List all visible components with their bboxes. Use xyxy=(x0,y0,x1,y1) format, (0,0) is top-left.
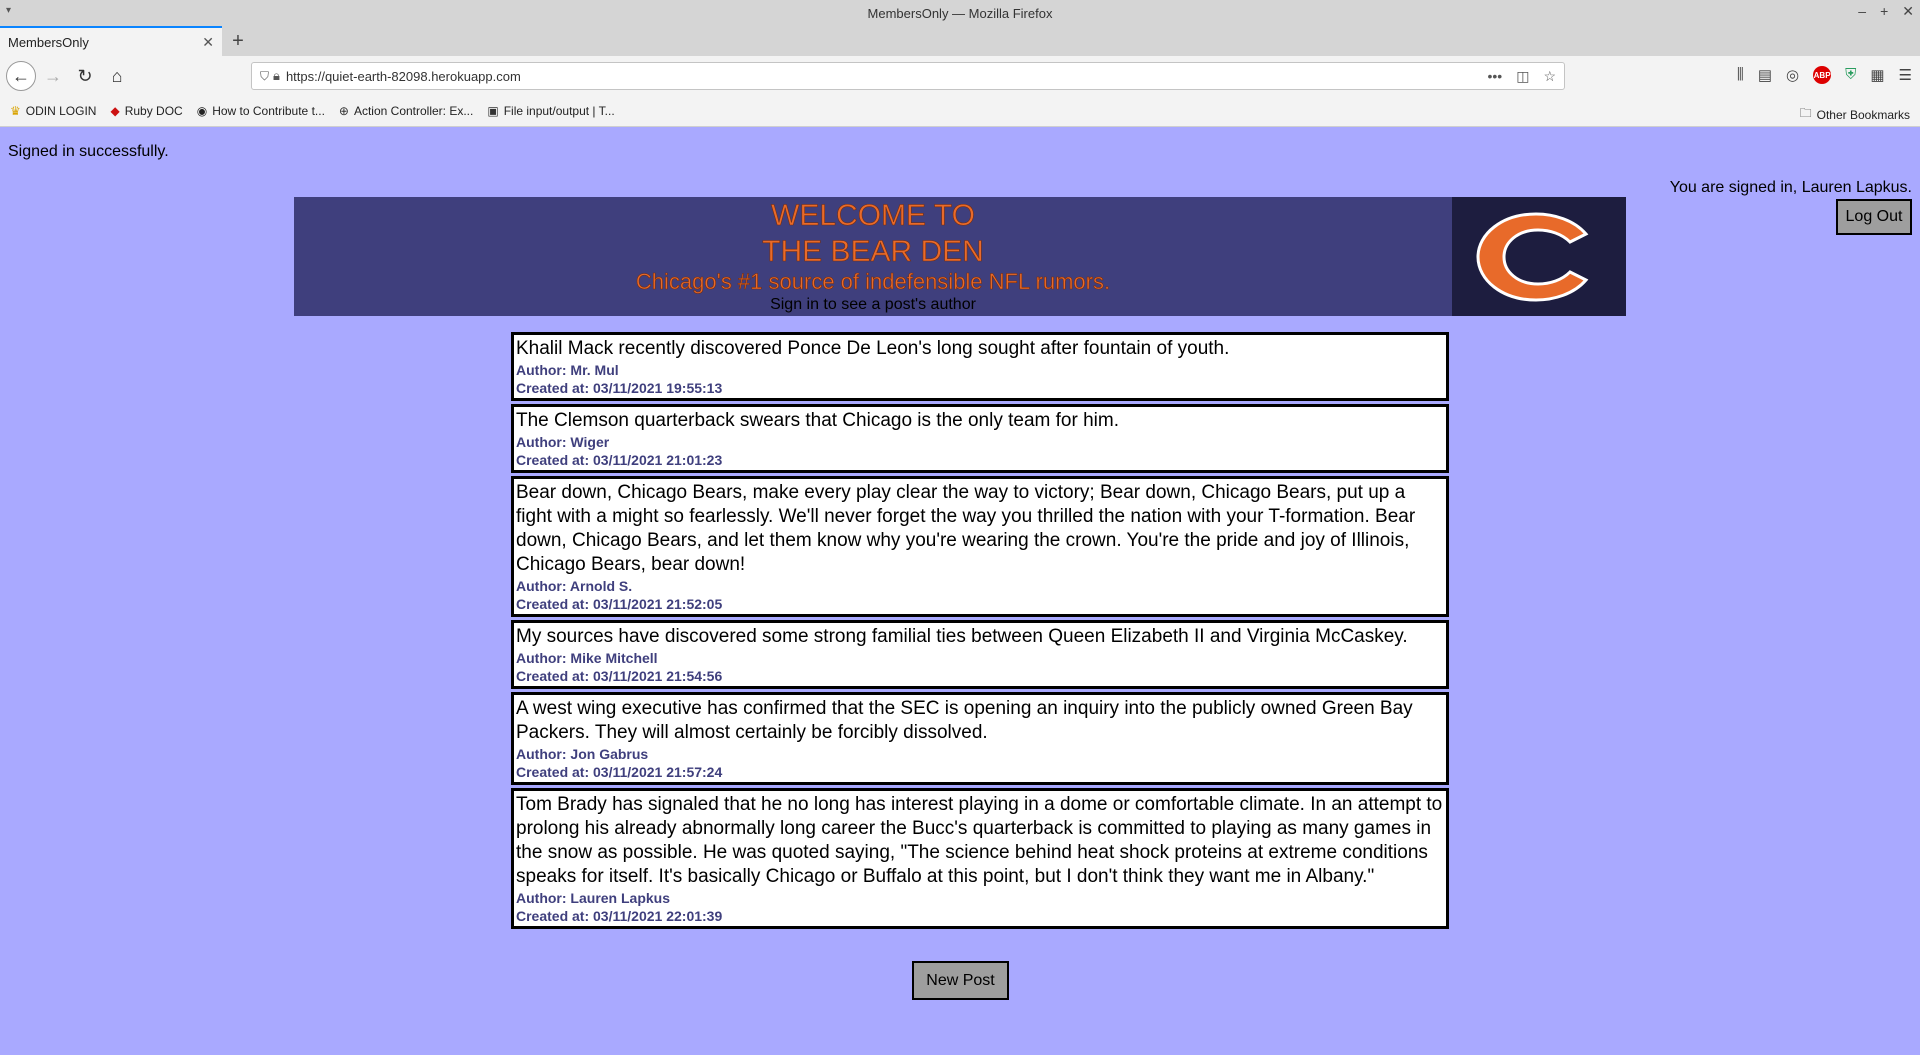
post-created: Created at: 03/11/2021 21:52:05 xyxy=(516,596,723,612)
log-out-button[interactable]: Log Out xyxy=(1836,199,1912,235)
bookmark-action-controller[interactable]: ⊕ Action Controller: Ex... xyxy=(339,104,473,118)
window-titlebar: ▾ MembersOnly — Mozilla Firefox – + ✕ xyxy=(0,0,1920,26)
reload-button[interactable]: ↻ xyxy=(70,61,100,91)
post-author: Author: Jon Gabrus xyxy=(516,746,649,762)
bookmark-label: How to Contribute t... xyxy=(212,104,325,118)
bookmark-star-icon[interactable]: ☆ xyxy=(1543,68,1556,85)
ruby-icon: ◆ xyxy=(110,104,120,118)
post-text: Bear down, Chicago Bears, make every pla… xyxy=(516,482,1416,575)
github-icon: ◉ xyxy=(196,104,208,118)
post-created: Created at: 03/11/2021 21:01:23 xyxy=(516,452,723,468)
back-button[interactable]: ← xyxy=(6,61,36,91)
banner-tagline: Chicago's #1 source of indefensible NFL … xyxy=(635,269,1111,295)
post-author: Author: Mr. Mul xyxy=(516,362,619,378)
bookmark-file-io[interactable]: ▣ File input/output | T... xyxy=(487,104,614,118)
toolbar-right: ⫼ ▤ ◎ ABP ⛨ ▦ ☰ xyxy=(1737,66,1912,84)
posts-list: Khalil Mack recently discovered Ponce De… xyxy=(511,332,1449,932)
url-text[interactable]: https://quiet-earth-82098.herokuapp.com xyxy=(286,69,1488,84)
banner-title-line1: WELCOME TO xyxy=(771,199,976,233)
post-author: Author: Mike Mitchell xyxy=(516,650,658,666)
other-bookmarks[interactable]: 🗀 Other Bookmarks xyxy=(1800,104,1910,125)
signed-in-status: You are signed in, Lauren Lapkus. xyxy=(1669,179,1912,196)
post-author: Author: Lauren Lapkus xyxy=(516,890,671,906)
post-text: Khalil Mack recently discovered Ponce De… xyxy=(516,338,1230,359)
other-bookmarks-label: Other Bookmarks xyxy=(1816,107,1910,122)
cone-icon: ♛ xyxy=(10,104,21,118)
bookmark-how-to-contribute[interactable]: ◉ How to Contribute t... xyxy=(197,104,325,118)
lock-icon[interactable]: 🔒︎ xyxy=(273,68,280,84)
post-created: Created at: 03/11/2021 22:01:39 xyxy=(516,908,723,924)
window-title: MembersOnly — Mozilla Firefox xyxy=(867,5,1053,21)
forward-button[interactable]: → xyxy=(38,61,68,91)
home-button[interactable]: ⌂ xyxy=(102,61,132,91)
tab-close-icon[interactable]: ✕ xyxy=(202,34,214,51)
navigation-toolbar: ← → ↻ ⌂ ⛉ 🔒︎ https://quiet-earth-82098.h… xyxy=(0,56,1920,96)
close-window-button[interactable]: ✕ xyxy=(1902,3,1914,20)
folder-icon: 🗀 xyxy=(1799,106,1812,120)
post-item: Khalil Mack recently discovered Ponce De… xyxy=(511,332,1449,401)
post-created: Created at: 03/11/2021 21:57:24 xyxy=(516,764,723,780)
globe-icon: ⊕ xyxy=(338,104,349,118)
sidebar-icon[interactable]: ▤ xyxy=(1758,66,1772,84)
flash-notice: Signed in successfully. xyxy=(8,143,169,160)
odin-icon: ▣ xyxy=(487,104,499,118)
window-controls: – + ✕ xyxy=(1858,3,1914,20)
post-text: My sources have discovered some strong f… xyxy=(516,626,1408,647)
extensions-icon[interactable]: ▦ xyxy=(1870,66,1884,84)
url-actions: ••• ◫ ☆ xyxy=(1487,68,1556,85)
post-item: My sources have discovered some strong f… xyxy=(511,620,1449,689)
minimize-button[interactable]: – xyxy=(1858,3,1866,20)
new-post-button[interactable]: New Post xyxy=(912,961,1009,1000)
bookmark-odin-login[interactable]: ♛ ODIN LOGIN xyxy=(10,104,96,118)
tab-title: MembersOnly xyxy=(8,34,89,50)
new-tab-button[interactable]: + xyxy=(222,26,254,56)
url-bar[interactable]: ⛉ 🔒︎ https://quiet-earth-82098.herokuapp… xyxy=(251,62,1565,90)
tab-strip: MembersOnly ✕ + xyxy=(0,26,1920,56)
site-banner: WELCOME TO THE BEAR DEN Chicago's #1 sou… xyxy=(294,197,1626,316)
account-icon[interactable]: ◎ xyxy=(1786,66,1799,84)
extension-shield-icon[interactable]: ⛨ xyxy=(1845,66,1856,84)
post-created: Created at: 03/11/2021 19:55:13 xyxy=(516,380,723,396)
bookmark-ruby-doc[interactable]: ◆ Ruby DOC xyxy=(110,104,182,118)
bookmark-label: ODIN LOGIN xyxy=(25,104,97,118)
post-item: Bear down, Chicago Bears, make every pla… xyxy=(511,476,1449,617)
banner-title-line2: THE BEAR DEN xyxy=(762,235,984,269)
tab-membersonly[interactable]: MembersOnly ✕ xyxy=(0,26,222,56)
bookmarks-toolbar: ♛ ODIN LOGIN ◆ Ruby DOC ◉ How to Contrib… xyxy=(0,96,1920,127)
bookmark-label: File input/output | T... xyxy=(503,104,615,118)
pocket-icon[interactable]: ◫ xyxy=(1516,68,1529,85)
post-item: A west wing executive has confirmed that… xyxy=(511,692,1449,785)
post-item: Tom Brady has signaled that he no long h… xyxy=(511,788,1449,929)
post-created: Created at: 03/11/2021 21:54:56 xyxy=(516,668,723,684)
post-text: Tom Brady has signaled that he no long h… xyxy=(516,794,1443,887)
maximize-button[interactable]: + xyxy=(1880,3,1888,20)
post-text: A west wing executive has confirmed that… xyxy=(516,698,1413,743)
bears-c-logo-icon xyxy=(1476,211,1589,302)
window-menu-icon[interactable]: ▾ xyxy=(6,5,11,16)
bookmark-label: Ruby DOC xyxy=(124,104,183,118)
page-content: Signed in successfully. You are signed i… xyxy=(0,127,1920,1055)
post-text: The Clemson quarterback swears that Chic… xyxy=(516,410,1119,431)
post-author: Author: Arnold S. xyxy=(516,578,633,594)
bears-logo xyxy=(1452,197,1626,316)
post-item: The Clemson quarterback swears that Chic… xyxy=(511,404,1449,473)
tracking-shield-icon[interactable]: ⛉ xyxy=(260,69,269,84)
page-actions-icon[interactable]: ••• xyxy=(1487,68,1502,85)
library-icon[interactable]: ⫼ xyxy=(1737,66,1744,84)
bookmark-label: Action Controller: Ex... xyxy=(353,104,474,118)
author-hint: Sign in to see a post's author xyxy=(770,296,976,313)
post-author: Author: Wiger xyxy=(516,434,610,450)
adblock-icon[interactable]: ABP xyxy=(1813,66,1832,84)
menu-icon[interactable]: ☰ xyxy=(1899,66,1912,84)
